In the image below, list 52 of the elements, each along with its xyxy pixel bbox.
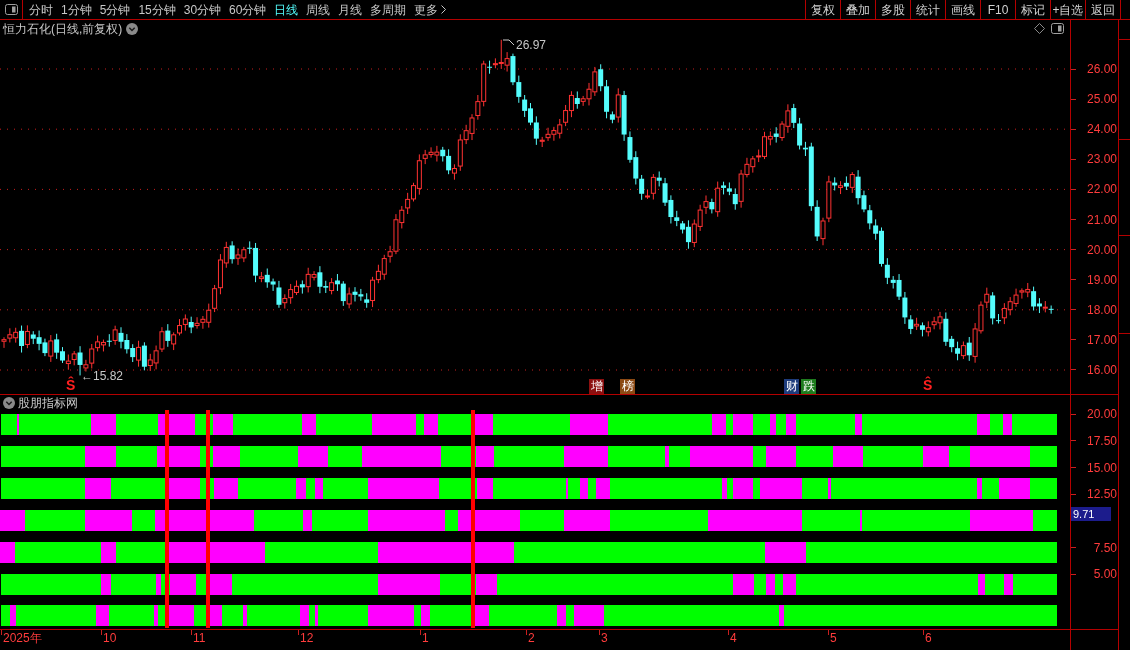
period-tab[interactable]: 30分钟 [183,0,222,19]
period-tab[interactable]: 分时 [29,0,53,19]
circle-chevron-icon[interactable] [3,396,15,409]
toolbar-button[interactable]: 画线 [945,0,980,19]
toolbar-button[interactable]: 多股 [875,0,910,19]
period-tab[interactable]: 多周期 [370,0,407,19]
price-axis-label: 24.00 [1086,122,1118,137]
period-tab[interactable]: 更多 [414,0,447,19]
time-axis-label: 5 [830,631,837,645]
time-axis-label: 11 [193,631,206,645]
current-value-label: 9.71 [1071,506,1111,521]
indicator-axis-label: 17.50 [1086,434,1118,448]
price-axis-label: 20.00 [1086,242,1118,257]
time-axis-label: 3 [601,631,608,645]
time-axis-label: 1 [422,631,429,645]
price-axis-label: 17.00 [1086,332,1118,347]
toolbar-button[interactable]: 叠加 [840,0,875,19]
price-axis-label: 22.00 [1086,182,1118,197]
toolbar-button[interactable]: 返回 [1085,0,1120,19]
price-axis-label: 18.00 [1086,302,1118,317]
period-tab[interactable]: 日线 [274,0,299,19]
indicator-axis-label: 15.00 [1086,460,1118,475]
period-tab[interactable]: 周线 [306,0,331,19]
price-axis-label: 25.00 [1086,92,1118,107]
price-axis-label: 19.00 [1086,272,1118,287]
price-axis-label: 16.00 [1086,363,1118,377]
period-tab[interactable]: 5分钟 [99,0,131,19]
indicator-axis-label: 5.00 [1093,567,1118,582]
time-axis-label: 12 [300,631,314,645]
period-tab[interactable]: 1分钟 [61,0,92,19]
period-tab[interactable]: 月线 [338,0,363,19]
indicator-axis-label: 7.50 [1093,540,1118,555]
period-tab[interactable]: 15分钟 [138,0,176,19]
price-axis-label: 23.00 [1086,152,1118,167]
price-axis-label: 21.00 [1086,212,1118,227]
indicator-title: 股朋指标网 [18,395,78,410]
time-axis-label: 10 [103,631,117,645]
chevron-right-icon [441,5,447,14]
indicator-axis-label: 12.50 [1086,487,1118,502]
time-axis-label: 2025年 [3,631,42,645]
panel-toggle-icon[interactable] [4,4,18,15]
toolbar-button[interactable]: +自选 [1050,0,1085,19]
period-tab[interactable]: 60分钟 [229,0,267,19]
time-axis-label: 4 [730,631,737,645]
toolbar-button[interactable]: 标记 [1015,0,1050,19]
indicator-axis-label: 20.00 [1086,407,1118,422]
toolbar-button[interactable]: 统计 [910,0,945,19]
toolbar-button[interactable]: F10 [980,0,1015,19]
time-axis-label: 2 [528,631,535,645]
price-axis-label: 26.00 [1086,62,1118,77]
toolbar-button[interactable]: 复权 [805,0,840,19]
time-axis-label: 6 [925,631,932,645]
